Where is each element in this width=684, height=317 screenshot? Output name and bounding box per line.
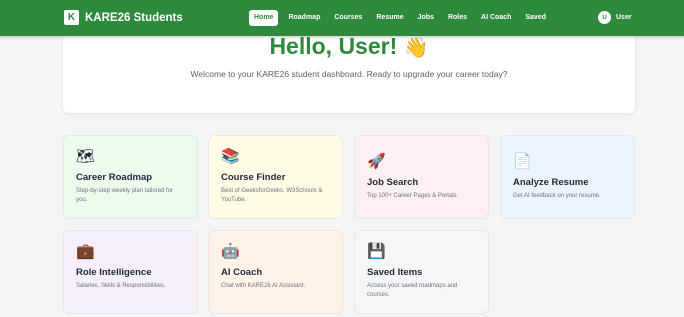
card-analyze-resume[interactable]: 📄 Analyze Resume Get AI feedback on your… bbox=[500, 135, 635, 219]
brand-name: KARE26 Students bbox=[85, 11, 183, 24]
nav-item-home[interactable]: Home bbox=[249, 10, 279, 26]
user-name: User bbox=[616, 14, 632, 21]
card-title: Analyze Resume bbox=[513, 177, 589, 188]
nav-links: Home Roadmap Courses Resume Jobs Roles A… bbox=[249, 10, 560, 26]
nav-item-courses[interactable]: Courses bbox=[334, 10, 362, 26]
robot-icon: 🤖 bbox=[221, 243, 240, 260]
nav-item-resume[interactable]: Resume bbox=[376, 10, 403, 26]
waving-hand-icon: 👋 bbox=[403, 37, 429, 59]
map-icon: 🗺 bbox=[76, 148, 96, 165]
card-description: Chat with KARE26 AI Assistant. bbox=[221, 283, 306, 289]
card-title: Career Roadmap bbox=[76, 172, 153, 183]
nav-item-jobs[interactable]: Jobs bbox=[418, 10, 434, 26]
card-title: AI Coach bbox=[221, 267, 263, 278]
document-icon: 📄 bbox=[513, 153, 532, 170]
card-career-roadmap[interactable]: 🗺 Career Roadmap Step-by-step weekly pla… bbox=[63, 135, 198, 219]
nav-item-saved[interactable]: Saved bbox=[525, 10, 546, 26]
card-description: Best of GeeksforGeeks, W3Schools & YouTu… bbox=[221, 188, 323, 203]
avatar: U bbox=[598, 11, 611, 24]
card-saved-items[interactable]: 💾 Saved Items Access your saved roadmaps… bbox=[354, 230, 489, 314]
user-menu[interactable]: U User bbox=[598, 11, 632, 24]
card-description: Access your saved roadmaps and courses. bbox=[367, 283, 458, 298]
card-role-intelligence[interactable]: 💼 Role Intelligence Salaries, Skills & R… bbox=[63, 230, 198, 314]
books-icon: 📚 bbox=[221, 148, 240, 165]
nav-item-roadmap[interactable]: Roadmap bbox=[288, 10, 320, 26]
card-job-search[interactable]: 🚀 Job Search Top 100+ Career Pages & Por… bbox=[354, 135, 489, 219]
brand-logo: K bbox=[64, 10, 79, 25]
card-title: Role Intelligence bbox=[76, 267, 152, 278]
card-ai-coach[interactable]: 🤖 AI Coach Chat with KARE26 AI Assistant… bbox=[208, 230, 343, 314]
card-description: Get AI feedback on your resume. bbox=[513, 193, 601, 199]
page-title: Hello, User! 👋 bbox=[63, 33, 635, 60]
rocket-icon: 🚀 bbox=[367, 153, 386, 170]
card-title: Course Finder bbox=[221, 172, 286, 183]
card-course-finder[interactable]: 📚 Course Finder Best of GeeksforGeeks, W… bbox=[208, 135, 343, 219]
card-title: Saved Items bbox=[367, 267, 423, 278]
hero-title-text: Hello, User! bbox=[269, 33, 398, 59]
card-description: Top 100+ Career Pages & Portals. bbox=[367, 193, 459, 199]
save-icon: 💾 bbox=[367, 243, 386, 260]
welcome-panel: Hello, User! 👋 Welcome to your KARE26 st… bbox=[63, 30, 635, 113]
nav-item-roles[interactable]: Roles bbox=[448, 10, 467, 26]
briefcase-icon: 💼 bbox=[76, 243, 95, 260]
card-description: Salaries, Skills & Responsibilities. bbox=[76, 283, 166, 289]
brand[interactable]: K KARE26 Students bbox=[64, 10, 183, 25]
card-title: Job Search bbox=[367, 177, 419, 188]
top-navbar: K KARE26 Students Home Roadmap Courses R… bbox=[0, 0, 684, 36]
welcome-subtitle: Welcome to your KARE26 student dashboard… bbox=[190, 69, 508, 79]
nav-item-ai-coach[interactable]: AI Coach bbox=[481, 10, 511, 26]
card-description: Step-by-step weekly plan tailored for yo… bbox=[76, 188, 174, 203]
